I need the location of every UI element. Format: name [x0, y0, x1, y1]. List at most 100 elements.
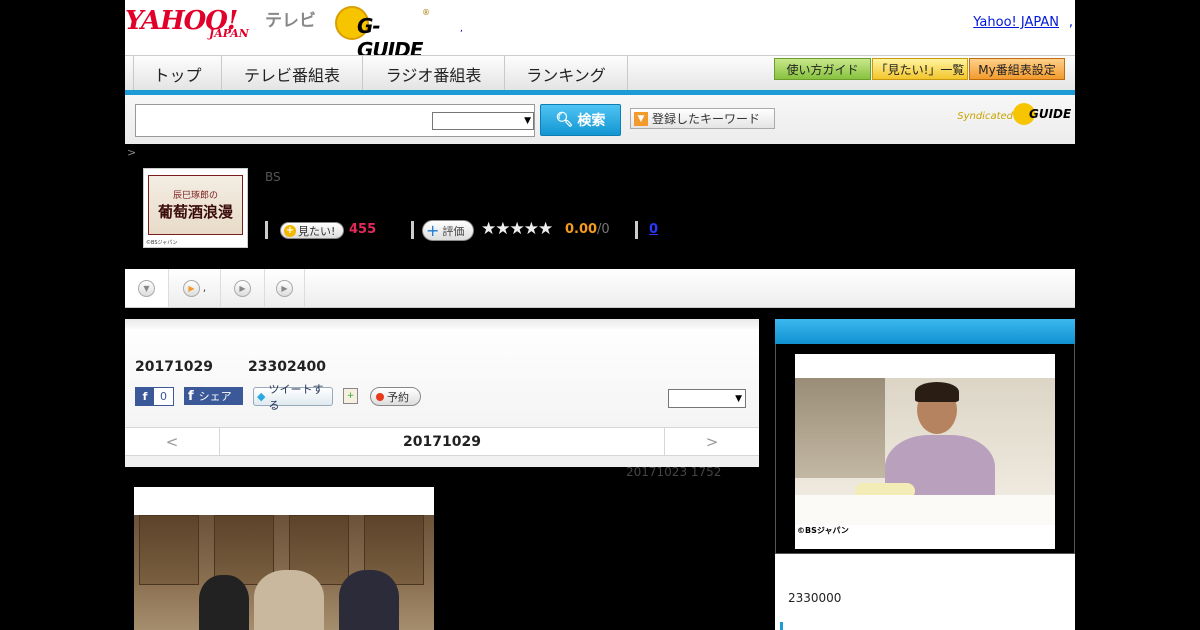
air-time: 23302400: [248, 359, 326, 375]
rate-button[interactable]: + 評価: [422, 220, 474, 241]
wine-shelf: [795, 378, 885, 478]
search-icon: 🔍︎: [555, 112, 574, 128]
program-thumb-title: 葡萄酒浪漫: [157, 203, 233, 221]
gguide-logo[interactable]: G-GUIDE ®: [335, 6, 430, 62]
nav-tab-tv-schedule[interactable]: テレビ番組表: [221, 56, 362, 91]
program-thumbnail[interactable]: 辰巳琢郎の 葡萄酒浪漫 ©BSジャパン: [143, 168, 248, 248]
program-channel: BS: [265, 170, 281, 184]
facebook-icon: f: [136, 388, 154, 405]
program-thumb-copyright: ©BSジャパン: [146, 240, 178, 246]
main-navbar: トップ テレビ番組表 ラジオ番組表 ランキング 使い方ガイド 「見たい!」一覧 …: [125, 55, 1075, 91]
tab-2-suffix: ,: [202, 282, 207, 294]
breadcrumb[interactable]: >: [127, 146, 136, 159]
tv-label[interactable]: テレビ: [265, 6, 316, 31]
rating-count: /0: [597, 222, 610, 237]
sidebar-text: 2330000: [788, 591, 842, 605]
tab-2[interactable]: ▶ ,: [169, 269, 221, 307]
person-hair: [915, 382, 959, 402]
search-category-select[interactable]: ▼: [432, 112, 534, 130]
sidebar-accent-bar: [780, 622, 783, 630]
nav-utility-buttons: 使い方ガイド 「見たい!」一覧 My番組表設定: [774, 58, 1065, 80]
date-navigation: < 20171029 >: [125, 427, 759, 456]
chevron-down-icon: ▼: [138, 279, 155, 297]
panel-top-strip: [125, 319, 759, 329]
twitter-bird-icon: ◆: [257, 390, 266, 403]
episode-image[interactable]: [134, 487, 434, 630]
plus-icon: +: [284, 224, 296, 237]
gguide-reg-mark: ®: [422, 8, 430, 17]
search-band: ▼ 🔍︎ 検索 ▼ 登録したキーワード Syndicated GUIDE: [125, 95, 1075, 144]
registered-keyword-button[interactable]: ▼ 登録したキーワード: [630, 108, 775, 129]
tweet-button[interactable]: ◆ ツイートする: [253, 383, 333, 412]
header-link-separator: ,: [1068, 15, 1073, 30]
chevron-down-icon: ▼: [735, 394, 742, 404]
syndicated-gguide-logo: GUIDE: [1013, 103, 1071, 127]
rating-stars: ★★★★★: [481, 219, 553, 239]
record-dot-icon: [376, 392, 384, 401]
sidebar-photo[interactable]: [795, 354, 1055, 549]
facebook-like-button[interactable]: f 0: [135, 387, 174, 406]
play-icon: ▶: [234, 279, 251, 297]
rating-value: 0.00: [565, 222, 598, 237]
play-icon: ▶: [276, 279, 293, 297]
page: YAHOO! JAPAN テレビ G-GUIDE ® , Yahoo! JAPA…: [0, 0, 1200, 630]
search-button-label: 検索: [577, 113, 606, 129]
nav-tab-top[interactable]: トップ: [133, 56, 221, 91]
person-figure: [339, 570, 399, 630]
header-separator: ,: [460, 24, 463, 34]
nav-tabs: トップ テレビ番組表 ラジオ番組表 ランキング: [133, 56, 628, 91]
facebook-like-count: 0: [160, 390, 167, 403]
updated-timestamp: 20171023 1752: [626, 465, 722, 479]
nav-tab-radio-schedule[interactable]: ラジオ番組表: [362, 56, 504, 91]
sidebar-header: [775, 319, 1075, 344]
play-icon: ▶: [182, 279, 200, 297]
program-thumb-subtitle: 辰巳琢郎の: [172, 191, 218, 201]
yahoo-japan-logo-sub: JAPAN: [209, 27, 249, 40]
review-count-link[interactable]: 0: [649, 222, 658, 237]
yahoo-japan-link[interactable]: Yahoo! JAPAN: [973, 15, 1059, 30]
tab-expand[interactable]: ▼: [125, 269, 169, 307]
facebook-icon: f: [188, 388, 194, 404]
nav-tab-ranking[interactable]: ランキング: [504, 56, 628, 91]
current-date: 20171029: [403, 434, 481, 450]
mitai-button[interactable]: + 見たい!: [280, 222, 344, 239]
prev-date-button[interactable]: <: [125, 428, 220, 456]
my-schedule-settings-button[interactable]: My番組表設定: [969, 58, 1065, 80]
site-header: YAHOO! JAPAN テレビ G-GUIDE ® , Yahoo! JAPA…: [125, 0, 1075, 62]
add-calendar-icon[interactable]: +: [343, 388, 358, 404]
sidebar-photo-copyright: ©BSジャパン: [797, 526, 849, 535]
stat-divider: [411, 221, 414, 239]
registered-keyword-label: 登録したキーワード: [652, 112, 761, 126]
program-thumbnail-art: 辰巳琢郎の 葡萄酒浪漫: [148, 175, 243, 235]
mitai-list-button[interactable]: 「見たい!」一覧: [872, 58, 968, 80]
mitai-label: 見たい!: [298, 224, 336, 238]
search-button[interactable]: 🔍︎ 検索: [540, 104, 621, 136]
tab-3[interactable]: ▶: [221, 269, 265, 307]
chevron-down-icon: ▼: [524, 116, 531, 126]
reserve-button[interactable]: 予約: [370, 387, 421, 406]
rate-label: 評価: [442, 224, 465, 238]
reserve-label: 予約: [387, 390, 409, 404]
tweet-label: ツイートする: [268, 382, 324, 412]
wall-panel: [139, 515, 199, 585]
usage-guide-button[interactable]: 使い方ガイド: [774, 58, 871, 80]
facebook-share-label: シェア: [198, 390, 232, 403]
episode-scene: [134, 515, 434, 630]
episode-panel: 20171029 23302400 f 0 f シェア ◆ ツイートする + 予…: [125, 319, 759, 467]
program-tab-row: ▼ ▶ , ▶ ▶: [125, 269, 1075, 308]
plus-icon: +: [426, 221, 440, 240]
syndicated-logo-text: GUIDE: [1029, 107, 1072, 121]
person-figure: [199, 575, 249, 630]
dropdown-arrow-icon: ▼: [634, 111, 648, 126]
stat-divider: [265, 221, 268, 239]
dining-table: [795, 495, 1055, 525]
air-date: 20171029: [135, 359, 213, 375]
stat-divider: [635, 221, 638, 239]
mitai-count: 455: [349, 222, 377, 237]
next-date-button[interactable]: >: [664, 428, 759, 456]
episode-select[interactable]: ▼: [668, 389, 746, 408]
sidebar-scene: [795, 378, 1055, 525]
tab-4[interactable]: ▶: [265, 269, 305, 307]
facebook-share-button[interactable]: f シェア: [184, 387, 243, 405]
person-figure: [254, 570, 324, 630]
